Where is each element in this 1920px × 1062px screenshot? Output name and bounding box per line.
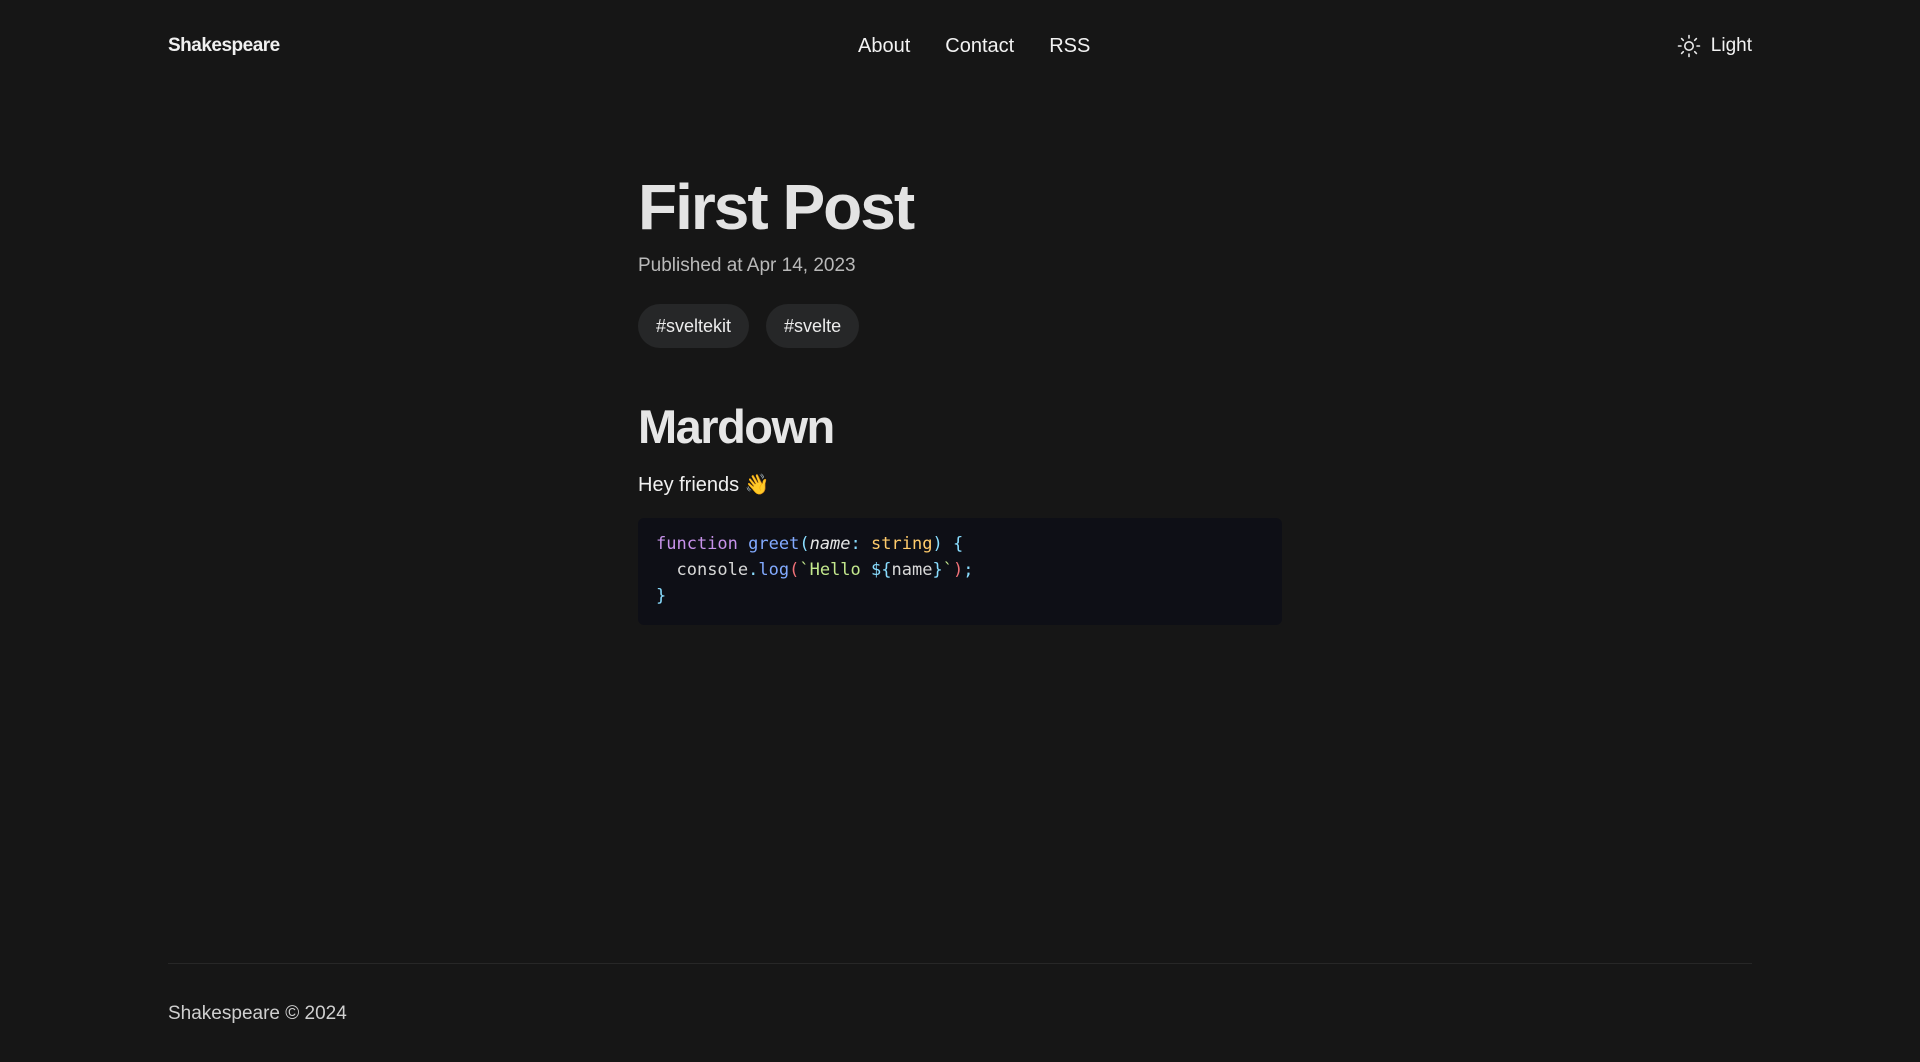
tag-svelte[interactable]: #svelte bbox=[766, 304, 860, 348]
site-header: Shakespeare About Contact RSS Light bbox=[168, 30, 1752, 66]
post-title: First Post bbox=[638, 171, 915, 243]
published-date: Published at Apr 14, 2023 bbox=[638, 255, 856, 276]
nav-about-link[interactable]: About bbox=[858, 35, 910, 58]
waving-hand-emoji: 👋 bbox=[744, 474, 770, 496]
paragraph-text: Hey friends bbox=[638, 474, 740, 496]
main-nav: About Contact RSS bbox=[858, 35, 1090, 58]
intro-paragraph: Hey friends 👋 bbox=[638, 472, 1282, 498]
footer-divider bbox=[168, 963, 1752, 964]
footer-copyright: Shakespeare © 2024 bbox=[168, 1003, 347, 1024]
theme-toggle-button[interactable]: Light bbox=[1677, 34, 1752, 58]
theme-toggle-label: Light bbox=[1710, 35, 1752, 56]
nav-rss-link[interactable]: RSS bbox=[1049, 35, 1090, 58]
code-block: function greet(name: string) { console.l… bbox=[638, 518, 1282, 625]
code-line: console.log(`Hello ${name}`); bbox=[676, 560, 974, 580]
tag-sveltekit[interactable]: #sveltekit bbox=[638, 304, 750, 348]
nav-contact-link[interactable]: Contact bbox=[945, 35, 1014, 58]
site-logo[interactable]: Shakespeare bbox=[168, 35, 280, 57]
post-content: First Post Published at Apr 14, 2023 #sv… bbox=[638, 168, 1282, 625]
section-heading: Mardown bbox=[638, 400, 835, 453]
code-line: } bbox=[656, 586, 667, 606]
page: Shakespeare About Contact RSS Light Firs… bbox=[0, 0, 1920, 1062]
sun-icon bbox=[1677, 34, 1701, 58]
tag-list: #sveltekit #svelte bbox=[638, 304, 1282, 348]
code-line: function greet(name: string) { bbox=[656, 534, 964, 554]
